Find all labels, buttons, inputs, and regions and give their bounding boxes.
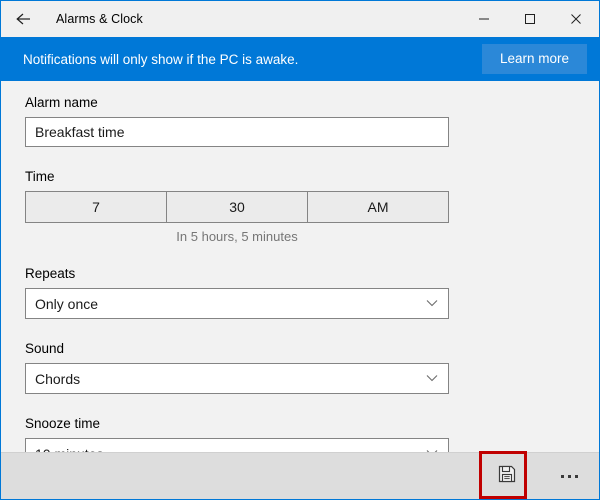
back-arrow-icon — [14, 11, 34, 27]
title-bar: Alarms & Clock — [1, 1, 599, 37]
more-options-button[interactable] — [547, 458, 591, 494]
minimize-icon — [478, 13, 490, 25]
notification-banner: Notifications will only show if the PC i… — [1, 37, 599, 81]
sound-value: Chords — [35, 370, 81, 387]
save-floppy-icon — [497, 464, 517, 489]
more-options-icon — [560, 474, 578, 478]
time-picker: 7 30 AM — [25, 191, 449, 223]
window-controls — [461, 1, 599, 37]
alarm-name-field-group: Alarm name Breakfast time — [25, 95, 599, 147]
snooze-time-dropdown[interactable]: 10 minutes — [25, 438, 449, 452]
hour-selector[interactable]: 7 — [26, 192, 166, 222]
snooze-time-field-group: Snooze time 10 minutes — [25, 416, 599, 452]
sound-field-group: Sound Chords — [25, 341, 599, 394]
period-selector[interactable]: AM — [307, 192, 448, 222]
sound-dropdown[interactable]: Chords — [25, 363, 449, 394]
save-button[interactable] — [479, 451, 529, 499]
notification-message: Notifications will only show if the PC i… — [23, 51, 299, 67]
alarm-name-input[interactable]: Breakfast time — [25, 117, 449, 147]
repeats-field-group: Repeats Only once — [25, 266, 599, 319]
chevron-down-icon — [425, 295, 439, 313]
sound-label: Sound — [25, 341, 65, 356]
alarm-name-label: Alarm name — [25, 95, 98, 110]
back-button[interactable] — [1, 1, 47, 37]
repeats-label: Repeats — [25, 266, 76, 281]
alarms-and-clock-window: Alarms & Clock Notifications will only s… — [0, 0, 600, 500]
close-button[interactable] — [553, 1, 599, 37]
snooze-time-label: Snooze time — [25, 416, 101, 431]
chevron-down-icon — [425, 370, 439, 388]
window-title: Alarms & Clock — [56, 12, 143, 26]
learn-more-button[interactable]: Learn more — [481, 43, 587, 75]
time-field-group: Time 7 30 AM In 5 hours, 5 minutes — [25, 169, 599, 244]
command-bar — [1, 451, 599, 499]
repeats-value: Only once — [35, 295, 99, 312]
time-label: Time — [25, 169, 55, 184]
maximize-icon — [524, 13, 536, 25]
minimize-button[interactable] — [461, 1, 507, 37]
maximize-button[interactable] — [507, 1, 553, 37]
chevron-down-icon — [425, 445, 439, 452]
time-until-hint: In 5 hours, 5 minutes — [176, 229, 298, 244]
repeats-dropdown[interactable]: Only once — [25, 288, 449, 319]
close-icon — [570, 13, 582, 25]
alarm-editor-form: Alarm name Breakfast time Time 7 30 AM I… — [1, 81, 599, 452]
minute-selector[interactable]: 30 — [166, 192, 307, 222]
